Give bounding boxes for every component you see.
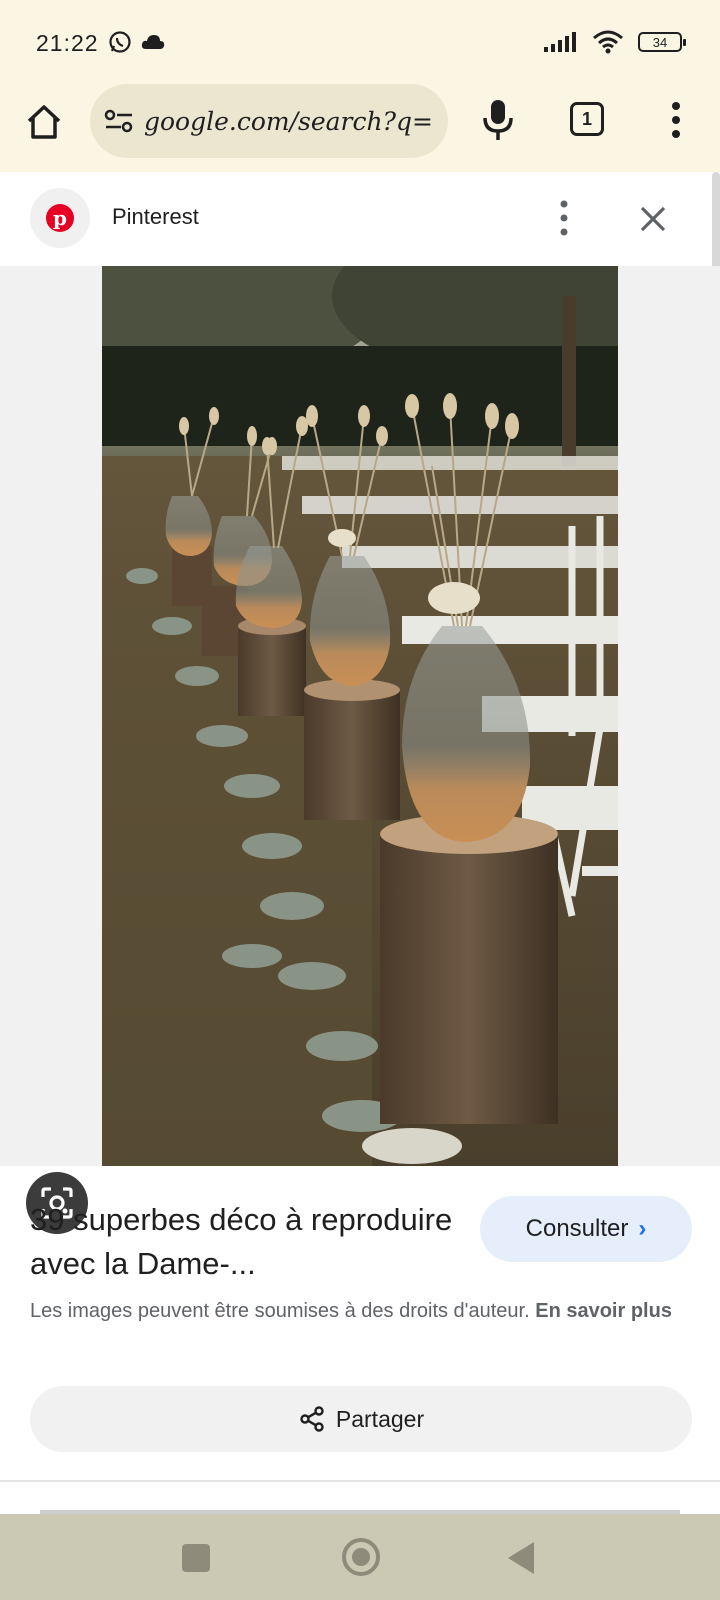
share-label: Partager [335, 1405, 425, 1432]
pinterest-logo-icon: p [46, 204, 74, 232]
share-icon [300, 1406, 324, 1432]
system-nav-bar [0, 1514, 720, 1600]
more-options-icon[interactable] [554, 198, 574, 238]
status-icons-right: 34 [544, 30, 686, 54]
wedding-aisle-photo [102, 266, 618, 1166]
address-bar[interactable]: google.com/search?q= [90, 84, 448, 158]
battery-level: 34 [652, 34, 668, 50]
home-button[interactable] [342, 1538, 380, 1576]
home-icon[interactable] [24, 102, 64, 142]
result-title[interactable]: 39 superbes déco à reproduire avec la Da… [30, 1198, 460, 1286]
recent-apps-button[interactable] [182, 1544, 210, 1572]
browser-toolbar: google.com/search?q= 1 [0, 84, 720, 172]
status-time: 21:22 [36, 30, 99, 56]
learn-more-link[interactable]: En savoir plus [535, 1300, 672, 1322]
source-favicon: p [30, 188, 90, 248]
battery-icon: 34 [638, 32, 686, 52]
panel-header: p Pinterest [0, 172, 720, 266]
cloud-icon [141, 35, 165, 49]
browser-menu-icon[interactable] [664, 100, 688, 140]
consult-button[interactable]: Consulter › [480, 1196, 692, 1262]
site-settings-icon[interactable] [104, 108, 134, 134]
consult-label: Consulter [525, 1215, 629, 1242]
source-name[interactable]: Pinterest [112, 204, 199, 230]
tab-count: 1 [581, 108, 592, 129]
chevron-right-icon: › [638, 1215, 647, 1242]
preview-image[interactable] [102, 266, 618, 1166]
tab-switcher-button[interactable]: 1 [570, 102, 604, 136]
share-button[interactable]: Partager [30, 1386, 692, 1452]
wifi-icon [593, 30, 623, 54]
whatsapp-icon [109, 31, 131, 53]
url-text: google.com/search?q= [144, 106, 433, 136]
back-button[interactable] [508, 1542, 534, 1574]
microphone-icon[interactable] [478, 98, 518, 142]
close-icon[interactable] [636, 202, 670, 236]
image-preview-panel: p Pinterest 39 superbes déco à reproduir… [0, 172, 720, 1514]
copyright-notice: Les images peuvent être soumises à des d… [30, 1296, 690, 1326]
status-bar: 21:22 34 [0, 0, 720, 84]
image-area [0, 266, 720, 1234]
status-icons-left [108, 30, 166, 54]
divider [0, 1480, 720, 1482]
copyright-text: Les images peuvent être soumises à des d… [30, 1300, 530, 1322]
signal-icon [544, 32, 576, 52]
